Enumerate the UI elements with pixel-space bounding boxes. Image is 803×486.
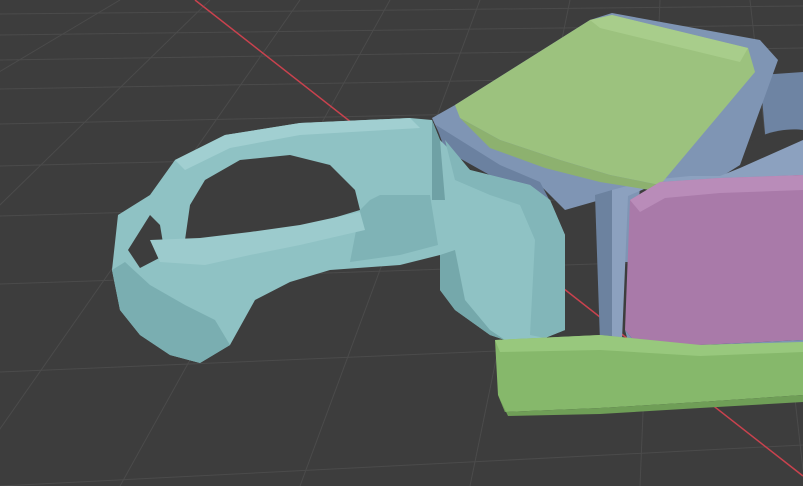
- door-panel: [625, 175, 803, 356]
- 3d-viewport[interactable]: [0, 0, 803, 486]
- rocker-panel: [495, 335, 803, 416]
- viewport-canvas[interactable]: [0, 0, 803, 486]
